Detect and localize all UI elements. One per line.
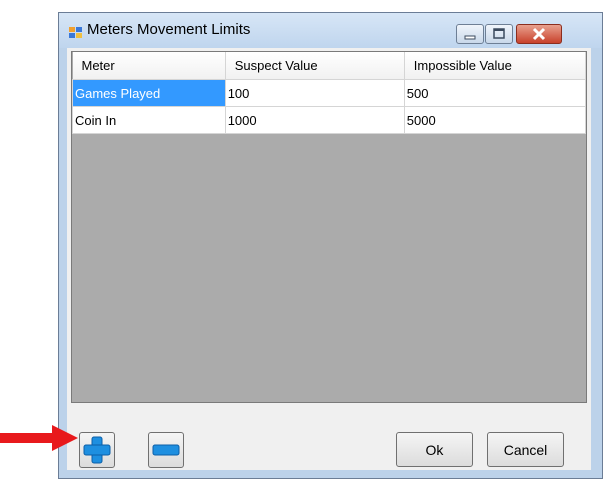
table-row[interactable]: Games Played 100 500: [72, 79, 586, 107]
cell-meter[interactable]: Coin In: [72, 106, 226, 134]
minus-icon: [152, 444, 180, 456]
minimize-icon: [464, 35, 476, 40]
title-bar[interactable]: Meters Movement Limits: [59, 13, 602, 48]
column-header-suspect-value[interactable]: Suspect Value: [225, 52, 405, 80]
table-row[interactable]: Coin In 1000 5000: [72, 106, 586, 134]
grid-header-row: Meter Suspect Value Impossible Value: [72, 52, 586, 80]
meters-grid[interactable]: Meter Suspect Value Impossible Value Gam…: [71, 51, 587, 403]
cell-suspect-value[interactable]: 1000: [224, 106, 405, 134]
column-header-meter[interactable]: Meter: [72, 52, 226, 80]
cell-suspect-value[interactable]: 100: [224, 79, 405, 107]
minimize-button[interactable]: [456, 24, 484, 44]
dialog-window: Meters Movement Limits Meter Suspect Val…: [58, 12, 603, 479]
cancel-button[interactable]: Cancel: [487, 432, 564, 467]
form-window-icon: [69, 26, 82, 38]
cell-impossible-value[interactable]: 500: [403, 79, 586, 107]
close-button[interactable]: [516, 24, 562, 44]
cell-meter[interactable]: Games Played: [72, 79, 226, 107]
cell-impossible-value[interactable]: 5000: [403, 106, 586, 134]
red-arrow-icon: [0, 425, 78, 451]
window-title: Meters Movement Limits: [87, 21, 251, 38]
add-row-button[interactable]: [79, 432, 115, 468]
column-header-impossible-value[interactable]: Impossible Value: [404, 52, 586, 80]
maximize-button[interactable]: [485, 24, 513, 44]
remove-row-button[interactable]: [148, 432, 184, 468]
maximize-icon: [493, 28, 505, 39]
ok-button[interactable]: Ok: [396, 432, 473, 467]
dialog-client-area: Meter Suspect Value Impossible Value Gam…: [67, 48, 591, 470]
close-icon: [532, 27, 546, 41]
plus-icon: [83, 436, 111, 464]
meters-table: Meter Suspect Value Impossible Value Gam…: [72, 52, 586, 134]
